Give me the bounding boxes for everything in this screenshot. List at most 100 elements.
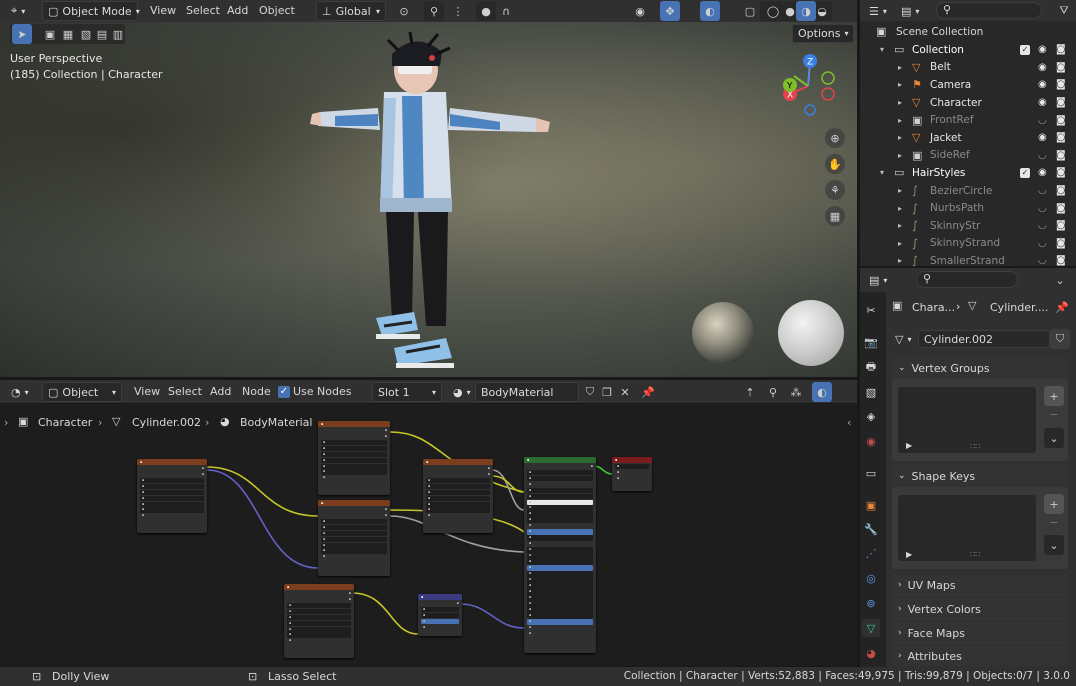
menu-add[interactable]: Add xyxy=(227,4,248,17)
image-texture-node[interactable]: ▪ ▪ ▪ ▪ ▪ ▪ ▪ ▪ ▪ ▪ xyxy=(284,584,354,658)
expand-closed-icon[interactable]: ▸ xyxy=(898,204,902,213)
fake-user-icon[interactable]: ⛉ xyxy=(1050,329,1070,349)
material-output-node[interactable]: ▪ ▪ ▪ ▪ xyxy=(612,457,652,491)
list-expand-icon[interactable]: ▶ xyxy=(906,550,912,559)
scene-tab-icon[interactable]: ◈ xyxy=(862,407,880,425)
object-tab-icon[interactable]: ▣ xyxy=(862,496,880,514)
outliner-item[interactable]: ▾ ▭ HairStyles ✓ ◉ ◙ xyxy=(862,164,1074,182)
outliner-item[interactable]: ▸ ▣ SideRef ◡ ◙ xyxy=(862,147,1074,165)
options-dropdown[interactable]: Options ▾ xyxy=(792,24,855,43)
remove-icon[interactable]: − xyxy=(1044,512,1064,532)
node-editor-canvas[interactable]: › ▣ Character › ▽ Cylinder.002 › ◕ BodyM… xyxy=(0,404,857,666)
exclude-checkbox[interactable]: ✓ xyxy=(1020,167,1030,178)
eye-icon[interactable]: ◉ xyxy=(1038,44,1047,55)
vertex-group-list[interactable] xyxy=(898,387,1036,453)
expand-closed-icon[interactable]: ▸ xyxy=(898,239,902,248)
shape-key-list[interactable] xyxy=(898,495,1036,561)
eye-closed-icon[interactable]: ◡ xyxy=(1038,150,1047,161)
properties-search-input[interactable]: ⚲ xyxy=(916,271,1018,288)
material-browse-button[interactable]: ◕ ▾ xyxy=(448,382,476,402)
node-menu-view[interactable]: View xyxy=(134,385,160,398)
camera-render-icon[interactable]: ◙ xyxy=(1056,97,1066,108)
eye-icon[interactable]: ◉ xyxy=(1038,167,1047,178)
select-extend-icon[interactable]: ▦ xyxy=(58,24,78,44)
pin-icon[interactable]: 📌 xyxy=(638,382,658,402)
menu-select[interactable]: Select xyxy=(186,4,220,17)
node-menu-select[interactable]: Select xyxy=(168,385,202,398)
camera-render-icon[interactable]: ◙ xyxy=(1056,44,1066,55)
expand-closed-icon[interactable]: ▸ xyxy=(898,63,902,72)
panel-attributes[interactable]: › Attributes xyxy=(892,646,1068,666)
select-intersect-icon[interactable]: ▥ xyxy=(108,24,128,44)
eye-closed-icon[interactable]: ◡ xyxy=(1038,203,1047,214)
menu-object[interactable]: Object xyxy=(259,4,295,17)
eye-icon[interactable]: ◉ xyxy=(1038,62,1047,73)
outliner-item[interactable]: ▸ ∫ SkinnyStrand ◡ ◙ xyxy=(862,235,1074,253)
pin-icon[interactable]: 📌 xyxy=(1052,297,1072,317)
close-icon[interactable]: ✕ xyxy=(615,382,635,402)
list-expand-icon[interactable]: ▶ xyxy=(906,441,912,450)
material-tab-icon[interactable]: ◕ xyxy=(862,644,880,662)
image-texture-node[interactable]: ▪ ▪ ▪ ▪ ▪ ▪ ▪ ▪ ▪ ▪ xyxy=(318,500,390,576)
add-icon[interactable]: + xyxy=(1044,494,1064,514)
specials-menu-icon[interactable]: ⌄ xyxy=(1044,535,1064,555)
grid-icon[interactable]: ▦ xyxy=(825,206,845,226)
overlay-icon[interactable]: ◐ xyxy=(812,382,832,402)
view-layer-tab-icon[interactable]: ▧ xyxy=(862,383,880,401)
outliner-item[interactable]: ▸ ▣ FrontRef ◡ ◙ xyxy=(862,111,1074,129)
camera-render-icon[interactable]: ◙ xyxy=(1056,132,1066,143)
image-texture-node[interactable]: ▪ ▪ ▪ ▪ ▪ ▪ ▪ ▪ ▪ ▪ xyxy=(423,459,493,533)
camera-render-icon[interactable]: ◙ xyxy=(1056,115,1066,126)
zoom-icon[interactable]: ⊕ xyxy=(825,128,845,148)
outliner-item[interactable]: ▸ ∫ NurbsPath ◡ ◙ xyxy=(862,199,1074,217)
mode-dropdown[interactable]: ▢ Object Mode ▾ xyxy=(42,1,140,21)
eye-icon[interactable]: ◉ xyxy=(1038,97,1047,108)
xray-icon[interactable]: ▢ xyxy=(740,1,760,21)
outliner-item[interactable]: ▸ ⚑ Camera ◉ ◙ xyxy=(862,76,1074,94)
expand-closed-icon[interactable]: ▸ xyxy=(898,98,902,107)
outliner-item[interactable]: ▸ ∫ BezierCircle ◡ ◙ xyxy=(862,182,1074,200)
eye-closed-icon[interactable]: ◡ xyxy=(1038,185,1047,196)
eye-closed-icon[interactable]: ◡ xyxy=(1038,238,1047,249)
expand-closed-icon[interactable]: ▸ xyxy=(898,80,902,89)
expand-closed-icon[interactable]: ▸ xyxy=(898,133,902,142)
panel-vertex-colors[interactable]: › Vertex Colors xyxy=(892,598,1068,620)
pivot-icon[interactable]: ⊙ xyxy=(394,1,414,21)
output-tab-icon[interactable]: 🖶 xyxy=(862,358,880,376)
display-mode-button[interactable]: ▤ ▾ xyxy=(896,1,924,21)
select-box-icon[interactable]: ▣ xyxy=(40,24,60,44)
eye-closed-icon[interactable]: ◡ xyxy=(1038,220,1047,231)
parent-node-tree-icon[interactable]: ⇡ xyxy=(740,382,760,402)
duplicate-icon[interactable]: ❐ xyxy=(597,382,617,402)
add-icon[interactable]: + xyxy=(1044,386,1064,406)
camera-render-icon[interactable]: ◙ xyxy=(1056,185,1066,196)
expand-closed-icon[interactable]: ▸ xyxy=(898,221,902,230)
shading-rendered-icon[interactable]: ◒ xyxy=(812,1,832,21)
3d-viewport[interactable]: ➤ ▣ ▦ ▧ ▤ ▥ Options ▾ User Perspective (1… xyxy=(0,22,857,377)
world-tab-icon[interactable]: ◉ xyxy=(862,432,880,450)
use-nodes-checkbox[interactable]: ✓ xyxy=(278,386,290,398)
list-resize-handle[interactable]: ∷∷ xyxy=(970,550,980,559)
collection-tab-icon[interactable]: ▭ xyxy=(862,464,880,482)
filter-icon[interactable]: ⛛ xyxy=(1054,1,1074,21)
expand-closed-icon[interactable]: ▸ xyxy=(898,256,902,265)
normal-map-node[interactable]: ▪ ▪ ▪ ▪ ▪ ▪ xyxy=(418,594,462,636)
snap-icon[interactable]: ⚲ xyxy=(763,382,783,402)
falloff-icon[interactable]: ∩ xyxy=(496,1,516,21)
tool-tab-icon[interactable]: ✂ xyxy=(862,301,880,319)
node-editor-type-button[interactable]: ◔ ▾ xyxy=(6,382,34,402)
exclude-checkbox[interactable]: ✓ xyxy=(1020,44,1030,55)
overlay-icon[interactable]: ◐ xyxy=(700,1,720,21)
node-menu-add[interactable]: Add xyxy=(210,385,231,398)
outliner-item[interactable]: ▸ ▽ Character ◉ ◙ xyxy=(862,94,1074,112)
panel-uv-maps[interactable]: › UV Maps xyxy=(892,574,1068,596)
remove-icon[interactable]: − xyxy=(1044,404,1064,424)
camera-render-icon[interactable]: ◙ xyxy=(1056,150,1066,161)
specials-menu-icon[interactable]: ⌄ xyxy=(1044,428,1064,448)
expand-open-icon[interactable]: ▾ xyxy=(880,168,884,177)
expand-open-icon[interactable]: ▾ xyxy=(880,45,884,54)
navigation-gizmo[interactable]: Z X Y xyxy=(776,52,840,116)
outliner-search-input[interactable]: ⚲ xyxy=(936,2,1042,19)
camera-render-icon[interactable]: ◙ xyxy=(1056,62,1066,73)
expand-closed-icon[interactable]: ▸ xyxy=(898,151,902,160)
